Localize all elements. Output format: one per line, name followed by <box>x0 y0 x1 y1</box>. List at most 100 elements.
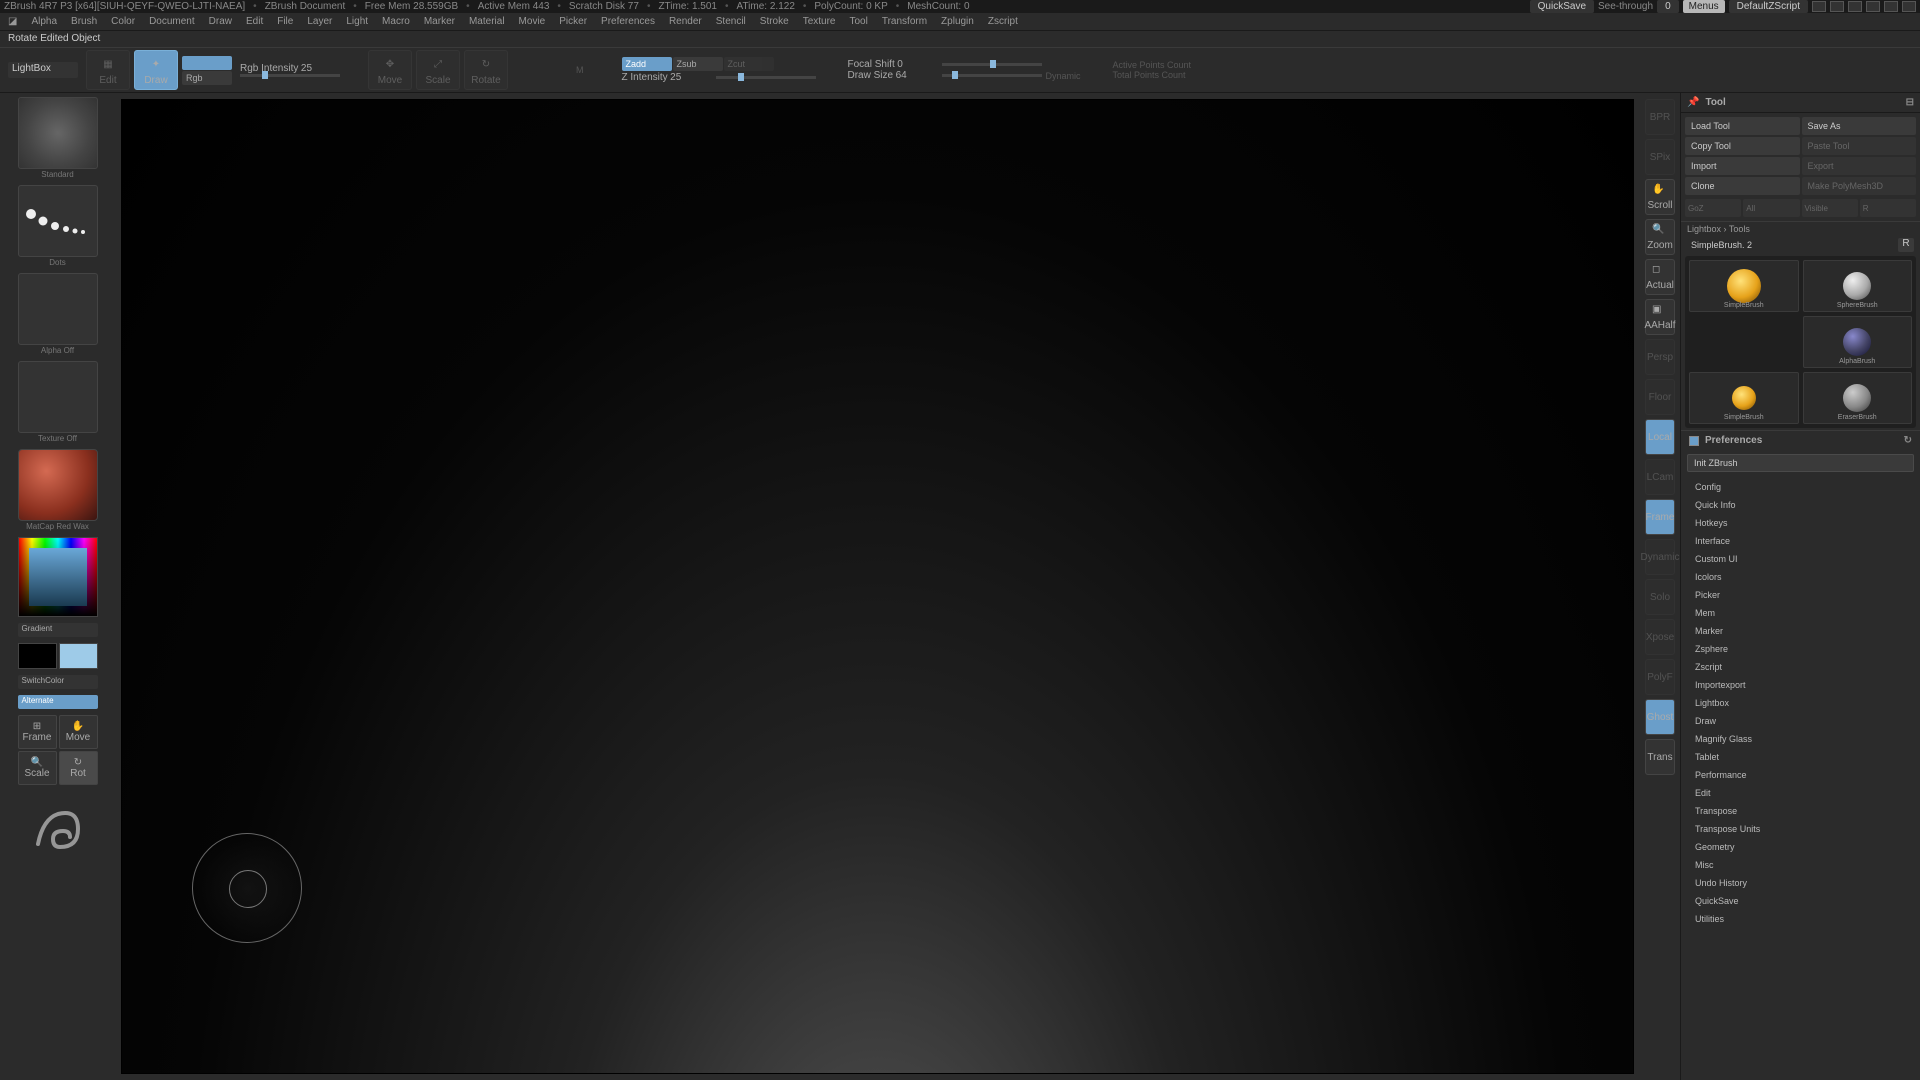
pref-quicksave[interactable]: QuickSave <box>1681 892 1920 910</box>
lightbox-button[interactable]: LightBox <box>8 62 78 78</box>
zsub-toggle[interactable]: Zsub <box>673 57 723 71</box>
menu-picker[interactable]: Picker <box>553 14 593 29</box>
draw-button[interactable]: ✦Draw <box>134 50 178 90</box>
menu-zscript[interactable]: Zscript <box>982 14 1024 29</box>
pref-zscript[interactable]: Zscript <box>1681 658 1920 676</box>
default-script[interactable]: DefaultZScript <box>1729 0 1808 13</box>
pref-config[interactable]: Config <box>1681 478 1920 496</box>
import-button[interactable]: Import <box>1685 157 1800 175</box>
init-zbrush-button[interactable]: Init ZBrush <box>1687 454 1914 472</box>
texture-selector[interactable] <box>18 361 98 433</box>
pref-zsphere[interactable]: Zsphere <box>1681 640 1920 658</box>
preferences-panel-header[interactable]: Preferences ↻ <box>1681 431 1920 450</box>
maximize-icon[interactable] <box>1884 1 1898 12</box>
goz-visible-button[interactable]: Visible <box>1802 199 1858 217</box>
pref-quick-info[interactable]: Quick Info <box>1681 496 1920 514</box>
spix-button[interactable]: SPix <box>1645 139 1675 175</box>
collapse-icon[interactable]: ⊟ <box>1906 97 1914 108</box>
polyf-button[interactable]: PolyF <box>1645 659 1675 695</box>
pref-performance[interactable]: Performance <box>1681 766 1920 784</box>
menu-color[interactable]: Color <box>105 14 141 29</box>
tool-r-button[interactable]: R <box>1898 238 1914 252</box>
restore-icon[interactable] <box>1866 1 1880 12</box>
frame-nav[interactable]: ⊞Frame <box>18 715 57 749</box>
switchcolor-button[interactable]: SwitchColor <box>18 675 98 689</box>
rot-nav[interactable]: ↻Rot <box>59 751 98 785</box>
persp-button[interactable]: Persp <box>1645 339 1675 375</box>
paste-tool-button[interactable]: Paste Tool <box>1802 137 1917 155</box>
pref-hotkeys[interactable]: Hotkeys <box>1681 514 1920 532</box>
float-icon[interactable] <box>1830 1 1844 12</box>
pref-mem[interactable]: Mem <box>1681 604 1920 622</box>
menu-zplugin[interactable]: Zplugin <box>935 14 980 29</box>
copy-tool-button[interactable]: Copy Tool <box>1685 137 1800 155</box>
focal-shift-slider[interactable] <box>942 63 1042 66</box>
pref-undo-history[interactable]: Undo History <box>1681 874 1920 892</box>
pref-tablet[interactable]: Tablet <box>1681 748 1920 766</box>
tool-thumb-spherebrush[interactable]: SphereBrush <box>1803 260 1913 312</box>
menu-movie[interactable]: Movie <box>513 14 552 29</box>
menu-material[interactable]: Material <box>463 14 511 29</box>
tool-thumb-simplebrush[interactable]: SimpleBrush <box>1689 372 1799 424</box>
menus-button[interactable]: Menus <box>1683 0 1725 13</box>
pref-misc[interactable]: Misc <box>1681 856 1920 874</box>
pin-icon[interactable]: 📌 <box>1687 97 1699 108</box>
menu-document[interactable]: Document <box>143 14 201 29</box>
load-tool-button[interactable]: Load Tool <box>1685 117 1800 135</box>
pref-utilities[interactable]: Utilities <box>1681 910 1920 928</box>
home-icon[interactable] <box>1812 1 1826 12</box>
gradient-toggle[interactable]: Gradient <box>18 623 98 637</box>
menu-layer[interactable]: Layer <box>301 14 338 29</box>
actual-button[interactable]: ◻Actual <box>1645 259 1675 295</box>
quicksave-button[interactable]: QuickSave <box>1530 0 1594 13</box>
dynamic-button[interactable]: Dynamic <box>1645 539 1675 575</box>
dynamic-label[interactable]: Dynamic <box>1046 71 1081 81</box>
menu-light[interactable]: Light <box>340 14 374 29</box>
export-button[interactable]: Export <box>1802 157 1917 175</box>
menu-file[interactable]: File <box>271 14 299 29</box>
scroll-button[interactable]: ✋Scroll <box>1645 179 1675 215</box>
seethrough-value[interactable]: 0 <box>1657 0 1679 13</box>
tool-thumb-simplebrush-large[interactable]: SimpleBrush <box>1689 260 1799 312</box>
zbrush-icon[interactable]: ◪ <box>2 14 23 29</box>
menu-brush[interactable]: Brush <box>65 14 103 29</box>
move-nav[interactable]: ✋Move <box>59 715 98 749</box>
tool-thumb-alphabrush[interactable]: AlphaBrush <box>1803 316 1913 368</box>
alpha-selector[interactable] <box>18 273 98 345</box>
menu-texture[interactable]: Texture <box>797 14 842 29</box>
goz-r-button[interactable]: R <box>1860 199 1916 217</box>
material-selector[interactable] <box>18 449 98 521</box>
rgb-toggle[interactable]: Rgb <box>182 71 232 85</box>
zcut-toggle[interactable]: Zcut <box>724 57 774 71</box>
goz-button[interactable]: GoZ <box>1685 199 1741 217</box>
pref-picker[interactable]: Picker <box>1681 586 1920 604</box>
menu-draw[interactable]: Draw <box>203 14 238 29</box>
floor-button[interactable]: Floor <box>1645 379 1675 415</box>
brush-selector[interactable] <box>18 97 98 169</box>
z-intensity-slider[interactable] <box>716 76 816 79</box>
goz-all-button[interactable]: All <box>1743 199 1799 217</box>
menu-preferences[interactable]: Preferences <box>595 14 661 29</box>
pref-interface[interactable]: Interface <box>1681 532 1920 550</box>
menu-macro[interactable]: Macro <box>376 14 416 29</box>
tool-panel-header[interactable]: 📌 Tool ⊟ <box>1681 93 1920 113</box>
ghost-button[interactable]: Ghost <box>1645 699 1675 735</box>
move-button[interactable]: ✥Move <box>368 50 412 90</box>
stroke-selector[interactable] <box>18 185 98 257</box>
checkbox-icon[interactable] <box>1689 436 1699 446</box>
solo-button[interactable]: Solo <box>1645 579 1675 615</box>
color-main[interactable] <box>59 643 98 669</box>
alternate-button[interactable]: Alternate <box>18 695 98 709</box>
menu-render[interactable]: Render <box>663 14 708 29</box>
save-as-button[interactable]: Save As <box>1802 117 1917 135</box>
rgb-intensity-slider[interactable] <box>240 74 340 77</box>
tool-thumb-eraserbrush[interactable]: EraserBrush <box>1803 372 1913 424</box>
color-picker[interactable] <box>18 537 98 617</box>
pref-lightbox[interactable]: Lightbox <box>1681 694 1920 712</box>
color-secondary[interactable] <box>18 643 57 669</box>
menu-edit[interactable]: Edit <box>240 14 269 29</box>
mrgb-toggle[interactable] <box>182 56 232 70</box>
pref-edit[interactable]: Edit <box>1681 784 1920 802</box>
pref-custom-ui[interactable]: Custom UI <box>1681 550 1920 568</box>
aahalf-button[interactable]: ▣AAHalf <box>1645 299 1675 335</box>
